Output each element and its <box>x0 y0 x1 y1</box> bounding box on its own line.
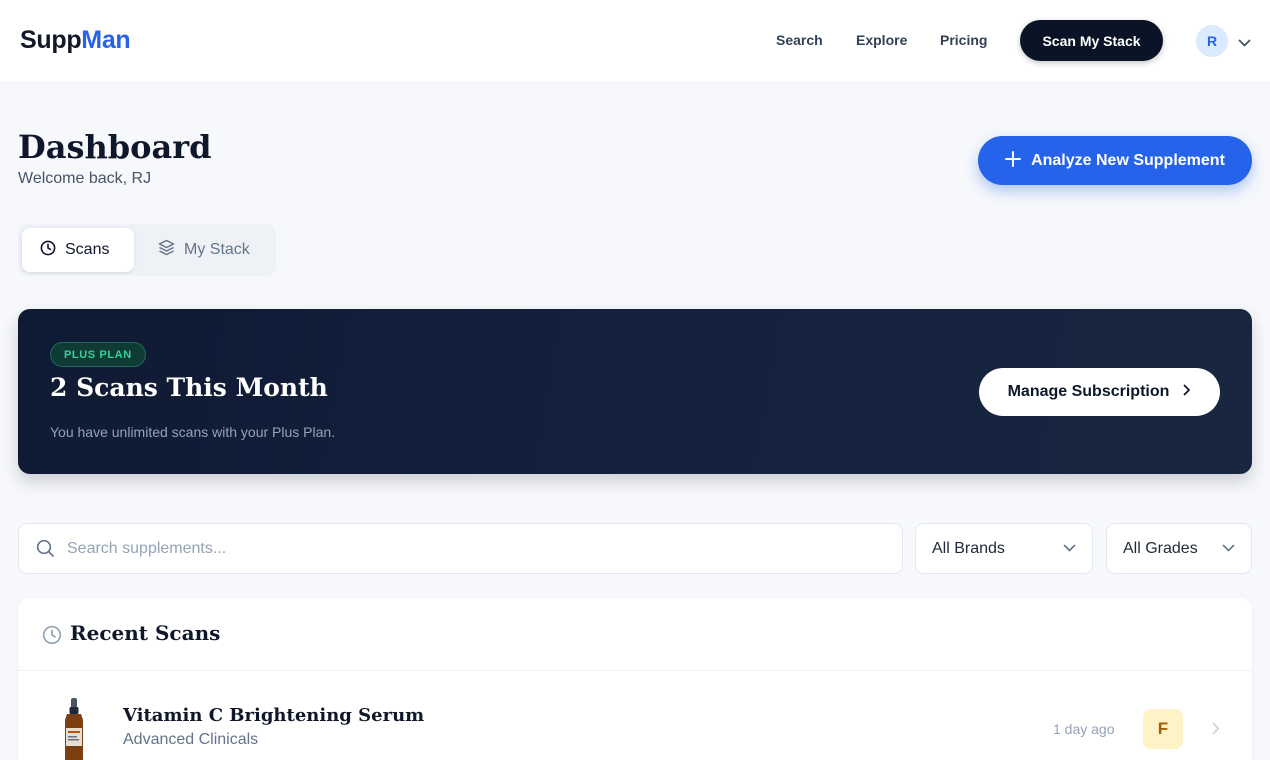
plan-badge: PLUS PLAN <box>50 342 146 367</box>
scans-this-month-heading: 2 Scans This Month <box>50 373 328 402</box>
top-navigation-bar: SuppMan Search Explore Pricing Scan My S… <box>0 0 1270 81</box>
tab-my-stack[interactable]: My Stack <box>140 228 268 272</box>
recent-scans-card: Recent Scans Vitamin C Brightening Serum… <box>18 598 1252 760</box>
nav-pricing-link[interactable]: Pricing <box>940 32 987 48</box>
analyze-button-label: Analyze New Supplement <box>1031 151 1225 169</box>
grade-filter-value: All Grades <box>1123 539 1198 557</box>
page-title: Dashboard <box>18 128 212 166</box>
tab-scans[interactable]: Scans <box>22 228 134 272</box>
layers-icon <box>158 239 175 261</box>
logo-text-man: Man <box>81 26 131 54</box>
chevron-right-icon <box>1183 383 1191 401</box>
product-brand: Advanced Clinicals <box>123 731 259 748</box>
user-avatar[interactable]: R <box>1196 25 1228 57</box>
scan-timestamp: 1 day ago <box>1053 721 1115 737</box>
search-icon <box>36 539 55 563</box>
clock-icon <box>40 240 56 261</box>
search-input[interactable] <box>67 524 887 573</box>
nav-search-link[interactable]: Search <box>776 32 823 48</box>
clock-icon <box>42 625 62 650</box>
serum-bottle-image <box>58 698 90 760</box>
brand-filter-value: All Brands <box>932 539 1005 557</box>
chevron-right-icon[interactable] <box>1212 722 1220 740</box>
analyze-new-supplement-button[interactable]: Analyze New Supplement <box>978 136 1252 185</box>
plan-description: You have unlimited scans with your Plus … <box>50 424 336 440</box>
view-tabs: Scans My Stack <box>18 224 276 276</box>
chevron-down-icon <box>1222 540 1235 558</box>
nav-explore-link[interactable]: Explore <box>856 32 907 48</box>
recent-scans-header: Recent Scans <box>18 598 1252 671</box>
logo-text-supp: Supp <box>20 26 82 54</box>
chevron-down-icon[interactable] <box>1238 35 1251 53</box>
recent-scans-title: Recent Scans <box>70 621 221 645</box>
plus-icon <box>1005 148 1022 172</box>
manage-subscription-label: Manage Subscription <box>1007 383 1170 400</box>
tab-my-stack-label: My Stack <box>184 241 250 258</box>
manage-subscription-button[interactable]: Manage Subscription <box>979 368 1220 416</box>
search-box <box>18 523 903 574</box>
grade-filter-select[interactable]: All Grades <box>1106 523 1252 574</box>
suppman-logo[interactable]: SuppMan <box>20 26 131 55</box>
chevron-down-icon <box>1063 540 1076 558</box>
tab-scans-label: Scans <box>65 241 110 258</box>
brand-filter-select[interactable]: All Brands <box>915 523 1093 574</box>
plan-summary-card: PLUS PLAN 2 Scans This Month You have un… <box>18 309 1252 474</box>
grade-badge: F <box>1143 709 1183 749</box>
scan-my-stack-button[interactable]: Scan My Stack <box>1020 20 1163 61</box>
welcome-message: Welcome back, RJ <box>18 170 152 187</box>
product-name: Vitamin C Brightening Serum <box>123 705 425 726</box>
